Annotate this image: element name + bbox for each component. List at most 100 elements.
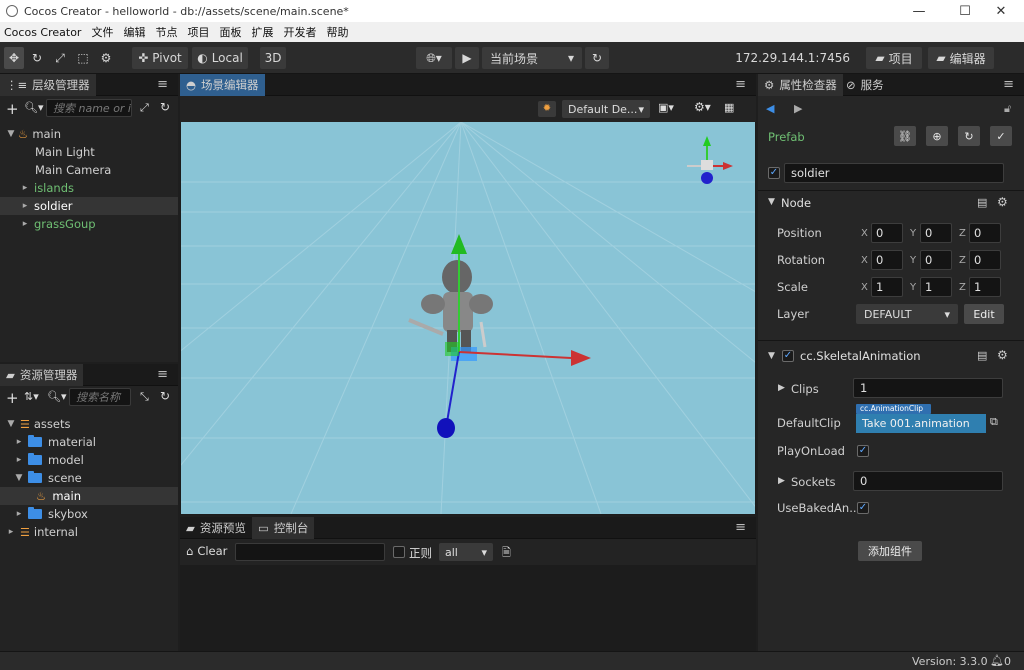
panel-menu-icon[interactable]: ≡ [735,77,746,92]
component-title[interactable]: cc.SkeletalAnimation [800,349,921,363]
menu-node[interactable]: 节点 [155,24,177,40]
log-level-select[interactable]: all ▾ [439,543,493,561]
tree-item-grassgoup[interactable]: ▸ grassGoup [0,215,178,233]
tab-service[interactable]: ⊘ 服务 [840,74,890,96]
layer-edit-button[interactable]: Edit [964,304,1004,324]
orientation-gizmo[interactable] [687,136,733,184]
move-tool-button[interactable]: ✥ [4,47,24,69]
rotation-z-field[interactable]: 0 [969,250,1001,270]
editor-button[interactable]: ▰ 编辑器 [928,47,994,69]
tree-item-islands[interactable]: ▸ islands [0,179,178,197]
sockets-count-field[interactable]: 0 [853,471,1003,491]
regex-checkbox[interactable] [393,546,405,558]
asset-item-material[interactable]: ▸ material [0,433,178,451]
asset-item-model[interactable]: ▸ model [0,451,178,469]
prefab-revert-button[interactable]: ↻ [958,126,980,146]
refresh-preview-button[interactable]: ↻ [585,47,609,69]
bell-icon[interactable]: 🔔︎ [990,654,1004,667]
3d-toggle[interactable]: 3D [260,47,286,69]
gear-icon[interactable]: ⚙▾ [694,100,711,114]
position-y-field[interactable]: 0 [920,223,952,243]
scale-x-field[interactable]: 1 [871,277,903,297]
close-button[interactable]: ✕ [978,0,1024,22]
camera-select[interactable]: Default De... ▾ [562,100,650,118]
preview-url[interactable]: 172.29.144.1:7456 [735,47,850,69]
hierarchy-search-input[interactable]: 搜索 name or i [46,99,132,117]
panel-menu-icon[interactable]: ≡ [157,367,168,382]
rect-tool-button[interactable]: ⬚ [73,47,93,69]
back-arrow-icon[interactable]: ◀ [766,102,774,115]
assets-search-input[interactable]: 搜索名称 [69,388,131,406]
sockets-arrow-icon[interactable]: ▶ [778,476,785,486]
clear-button[interactable]: ⌂ Clear [186,544,227,558]
rotation-x-field[interactable]: 0 [871,250,903,270]
menu-help[interactable]: 帮助 [326,24,348,40]
tab-asset-preview[interactable]: ▰ 资源预览 [180,517,252,539]
tab-inspector[interactable]: ⚙ 属性检查器 [758,74,843,96]
add-node-button[interactable]: + [6,100,19,118]
tree-item-soldier[interactable]: ▸ soldier [0,197,178,215]
tab-scene-editor[interactable]: ◓ 场景编辑器 [180,74,265,96]
scene-viewport[interactable] [181,122,755,514]
tree-item-main-light[interactable]: Main Light [0,143,178,161]
minimize-button[interactable]: — [896,0,942,22]
menu-project[interactable]: 项目 [187,24,209,40]
node-section-arrow-icon[interactable]: ▼ [768,197,775,207]
component-arrow-icon[interactable]: ▼ [768,351,775,361]
play-on-load-checkbox[interactable]: ✓ [857,445,869,457]
rotation-y-field[interactable]: 0 [920,250,952,270]
asset-item-assets[interactable]: ▼ ☰ assets [0,415,178,433]
rotate-tool-button[interactable]: ↻ [27,47,47,69]
sort-icon[interactable]: ⇅▾ [24,390,39,403]
refresh-icon[interactable]: ↻ [160,100,170,114]
node-name-input[interactable]: soldier [784,163,1004,183]
component-enabled-checkbox[interactable]: ✓ [782,350,794,362]
prefab-locate-button[interactable]: ⊕ [926,126,948,146]
default-clip-asset-field[interactable]: Take 001.animation [856,414,986,433]
image-icon[interactable]: ▣▾ [658,101,674,114]
panel-menu-icon[interactable]: ≡ [157,77,168,92]
menu-edit[interactable]: 编辑 [123,24,145,40]
clips-count-field[interactable]: 1 [853,378,1003,398]
tab-hierarchy[interactable]: ⋮≡ 层级管理器 [0,74,96,96]
menu-file[interactable]: 文件 [91,24,113,40]
add-asset-button[interactable]: + [6,389,19,407]
position-x-field[interactable]: 0 [871,223,903,243]
pivot-toggle[interactable]: ✜ Pivot [132,47,188,69]
tab-console[interactable]: ▭ 控制台 [252,517,315,539]
lock-icon[interactable]: 🔓︎ [1004,102,1011,116]
menu-app[interactable]: Cocos Creator [4,26,81,39]
scale-tool-button[interactable]: ⤢ [50,47,70,69]
asset-item-internal[interactable]: ▸ ☰ internal [0,523,178,541]
tab-assets[interactable]: ▰ 资源管理器 [0,364,84,386]
menu-panel[interactable]: 面板 [219,24,241,40]
scene-select[interactable]: 当前场景 ▾ [482,47,582,69]
refresh-icon[interactable]: ↻ [160,389,170,403]
layer-select[interactable]: DEFAULT ▾ [856,304,958,324]
forward-arrow-icon[interactable]: ▶ [794,102,802,115]
prefab-unlink-button[interactable]: ⛓ [894,126,916,146]
light-toggle-icon[interactable]: ✹ [538,101,556,117]
scale-z-field[interactable]: 1 [969,277,1001,297]
prefab-apply-button[interactable]: ✓ [990,126,1012,146]
asset-item-skybox[interactable]: ▸ skybox [0,505,178,523]
asset-item-main-scene[interactable]: ♨ main [0,487,178,505]
collapse-all-icon[interactable]: ⤡ [140,390,149,404]
search-type-icon[interactable]: 🔍︎▾ [47,390,67,403]
expand-all-icon[interactable]: ⤢ [140,101,149,115]
platform-select[interactable]: 🌐︎▾ [416,47,452,69]
scale-y-field[interactable]: 1 [920,277,952,297]
gear-icon[interactable]: ⚙ [997,348,1008,362]
tree-item-main-camera[interactable]: Main Camera [0,161,178,179]
tree-item-main[interactable]: ▼ ♨ main [0,125,178,143]
add-component-button[interactable]: 添加组件 [858,541,922,561]
use-baked-animation-checkbox[interactable]: ✓ [857,502,869,514]
open-log-file-icon[interactable]: 🗎 [502,544,511,563]
panel-menu-icon[interactable]: ≡ [1003,77,1014,92]
help-book-icon[interactable]: ▤ [977,349,987,362]
node-section-title[interactable]: Node [781,196,811,210]
gear-icon[interactable]: ⚙ [997,195,1008,209]
panel-menu-icon[interactable]: ≡ [735,520,746,535]
position-z-field[interactable]: 0 [969,223,1001,243]
local-toggle[interactable]: ◐ Local [192,47,248,69]
